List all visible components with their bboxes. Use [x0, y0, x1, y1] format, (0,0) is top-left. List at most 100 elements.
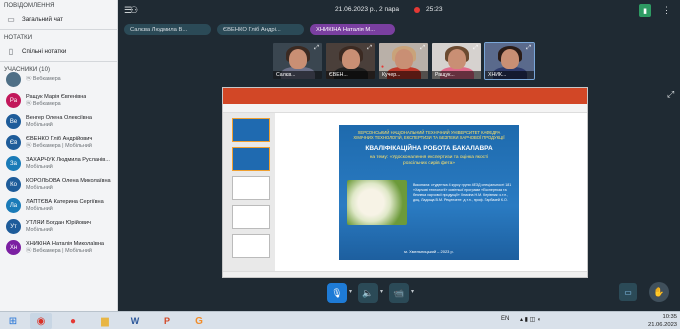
participant-text: УТЛЯЙ Богдан Юрійович Мобільний: [26, 220, 91, 234]
webcam-name: ЄВЕН...: [326, 71, 375, 79]
webcam-video: [289, 49, 307, 69]
participant-item[interactable]: Ко КОРОЛЬОВА Олена Миколаївна Мобільний: [0, 174, 117, 195]
slide-thumbnail: [232, 118, 270, 142]
webcam-tile[interactable]: ● ⤢ Кучер...: [379, 43, 428, 79]
participant-device: ⓦ Вебкамера: [26, 100, 61, 107]
expand-icon[interactable]: ⤢: [526, 45, 531, 52]
expand-icon[interactable]: ⤢: [420, 45, 425, 52]
raise-hand-button[interactable]: ✋: [649, 282, 669, 302]
shared-notes-label: Спільні нотатки: [22, 47, 67, 55]
avatar: Ве: [6, 114, 21, 129]
explorer-taskbar-button[interactable]: ▆: [94, 313, 116, 329]
talking-chip[interactable]: ЄВЕНКО Гліб Андрі...: [217, 24, 304, 35]
hand-icon: ✋: [653, 286, 665, 297]
messages-section-title: ПОВІДОМЛЕННЯ: [4, 3, 55, 9]
shared-notes-item[interactable]: ▯ Спільні нотатки: [0, 43, 117, 59]
app-icon: G: [195, 315, 203, 327]
participant-device: Мобільний: [26, 205, 53, 212]
participant-item[interactable]: Ут УТЛЯЙ Богдан Юрійович Мобільний: [0, 216, 117, 237]
participant-text: КОРОЛЬОВА Олена Миколаївна Мобільний: [26, 178, 111, 192]
ppt-title-bar: [223, 88, 587, 104]
webcam-name: ХНИК...: [485, 71, 534, 79]
windows-taskbar: ⊞ ◉ ● ▆ W P G EN ▴ ▮ ◫ ◖ 10:35 21.06.202…: [0, 311, 680, 329]
talking-chip[interactable]: Салєва Людмила В...: [124, 24, 211, 35]
record-indicator[interactable]: [414, 7, 420, 13]
public-chat-item[interactable]: ▭ Загальний чат: [0, 11, 117, 27]
screen-share-button[interactable]: ▭: [619, 283, 637, 301]
participant-item[interactable]: Ла ЛАПТЄВА Катерина Сергіївна Мобільний: [0, 195, 117, 216]
participant-device: ⓦ Вебкамера: [26, 76, 61, 82]
expand-icon[interactable]: ⤢: [314, 45, 319, 52]
slide-header: ХЕРСОНСЬКИЙ НАЦІОНАЛЬНИЙ ТЕХНІЧНИЙ УНІВЕ…: [353, 130, 505, 140]
webcam-video: [501, 49, 519, 69]
divider: [0, 29, 117, 30]
webcam-tile[interactable]: ⤢ ЄВЕН...: [326, 43, 375, 79]
avatar: Ут: [6, 219, 21, 234]
participant-item[interactable]: Ра Ращук Марія Євгенівна ⓦ Вебкамера: [0, 90, 117, 111]
participant-device: ⓦ Вебкамера | Мобільний: [26, 247, 92, 254]
camera-button[interactable]: 📹: [389, 283, 409, 303]
participant-device: Мобільний: [26, 184, 53, 191]
participant-text: ХНИКІНА Наталія Миколаївна ⓦ Вебкамера | …: [26, 241, 104, 255]
avatar: [6, 72, 21, 87]
notes-section-title: НОТАТКИ: [4, 35, 33, 41]
tray-icons[interactable]: ▴ ▮ ◫ ◖: [520, 316, 541, 323]
more-options-icon[interactable]: ⋮: [662, 5, 671, 16]
avatar: За: [6, 156, 21, 171]
screenshare-area: ХЕРСОНСЬКИЙ НАЦІОНАЛЬНИЙ ТЕХНІЧНИЙ УНІВЕ…: [222, 87, 588, 278]
chrome-icon: ◉: [36, 315, 46, 327]
clock-date: 21.06.2023: [648, 322, 678, 328]
participants-list: ⓦ Вебкамера Ра Ращук Марія Євгенівна ⓦ Вебк…: [0, 69, 117, 258]
notes-icon: ▯: [8, 46, 14, 56]
talking-chip-active[interactable]: ХНИКІНА Наталія М...: [310, 24, 395, 35]
expand-icon[interactable]: ⤢: [473, 45, 478, 52]
participant-name: ЛАПТЄВА Катерина Сергіївна: [26, 198, 104, 205]
webcam-tile[interactable]: ⤢ Ращук...: [432, 43, 481, 79]
cheese-image: [347, 180, 407, 225]
chevron-down-icon[interactable]: ▾: [380, 288, 383, 295]
slide-thumbnail: [232, 147, 270, 171]
participant-item[interactable]: Ве Венгер Олена Олексіївна Мобільний: [0, 111, 117, 132]
chevron-down-icon[interactable]: ▾: [411, 288, 414, 295]
webcam-tile[interactable]: ⤢ Салєв...: [273, 43, 322, 79]
camera-icon: 📹: [393, 287, 405, 298]
slide-thumbnail: [232, 205, 270, 229]
powerpoint-taskbar-button[interactable]: P: [156, 313, 178, 329]
monitor-icon: ▭: [624, 287, 632, 297]
audio-button[interactable]: 🔈: [358, 283, 378, 303]
participant-item[interactable]: За ЗАХАРЧУК Людмила Русланів... Мобільний: [0, 153, 117, 174]
user-add-icon[interactable]: ⚇: [130, 5, 138, 16]
app-taskbar-button[interactable]: G: [188, 313, 210, 329]
fullscreen-icon[interactable]: ⤢: [667, 89, 674, 100]
clock-time: 10:35: [662, 314, 678, 320]
chat-icon: ▭: [7, 14, 15, 24]
expand-icon[interactable]: ⤢: [367, 45, 372, 52]
word-taskbar-button[interactable]: W: [124, 313, 146, 329]
system-clock[interactable]: 10:35 21.06.2023: [648, 313, 677, 329]
folder-icon: ▆: [101, 315, 109, 327]
chevron-down-icon[interactable]: ▾: [349, 288, 352, 295]
participant-item[interactable]: Єв ЄВЕНКО Гліб Андрійович ⓦ Вебкамера | Мо…: [0, 132, 117, 153]
participant-text: ЗАХАРЧУК Людмила Русланів... Мобільний: [26, 157, 110, 171]
windows-start-icon[interactable]: ⊞: [4, 313, 22, 329]
webcam-video: [448, 49, 466, 69]
meeting-datetime: 21.06.2023 р., 2 пара: [335, 6, 400, 13]
chrome-taskbar-button[interactable]: ◉: [30, 313, 52, 329]
participant-text: ЄВЕНКО Гліб Андрійович ⓦ Вебкамера | Мобі…: [26, 136, 92, 150]
avatar: Хн: [6, 240, 21, 255]
powerpoint-icon: P: [163, 316, 170, 326]
slide-thumbnail: [232, 234, 270, 258]
language-indicator[interactable]: EN: [501, 316, 509, 322]
yandex-taskbar-button[interactable]: ●: [62, 313, 84, 329]
participant-name: Ращук Марія Євгенівна: [26, 93, 87, 100]
slide-subtitle: на тему: «Удосконалення експертизи та оц…: [369, 155, 489, 166]
browser-icon: ●: [69, 315, 77, 327]
connection-status-icon[interactable]: ▮: [639, 4, 651, 17]
participant-item[interactable]: Хн ХНИКІНА Наталія Миколаївна ⓦ Вебкамера …: [0, 237, 117, 258]
slide-title: КВАЛІФІКАЦІЙНА РОБОТА БАКАЛАВРА: [365, 145, 493, 152]
participant-device: Мобільний: [26, 226, 53, 233]
mute-button[interactable]: 🎙: [327, 283, 347, 303]
public-chat-label: Загальний чат: [22, 15, 63, 23]
webcam-tile[interactable]: ⤢ ХНИК...: [484, 42, 535, 80]
mic-icon: 🎙: [331, 287, 343, 298]
